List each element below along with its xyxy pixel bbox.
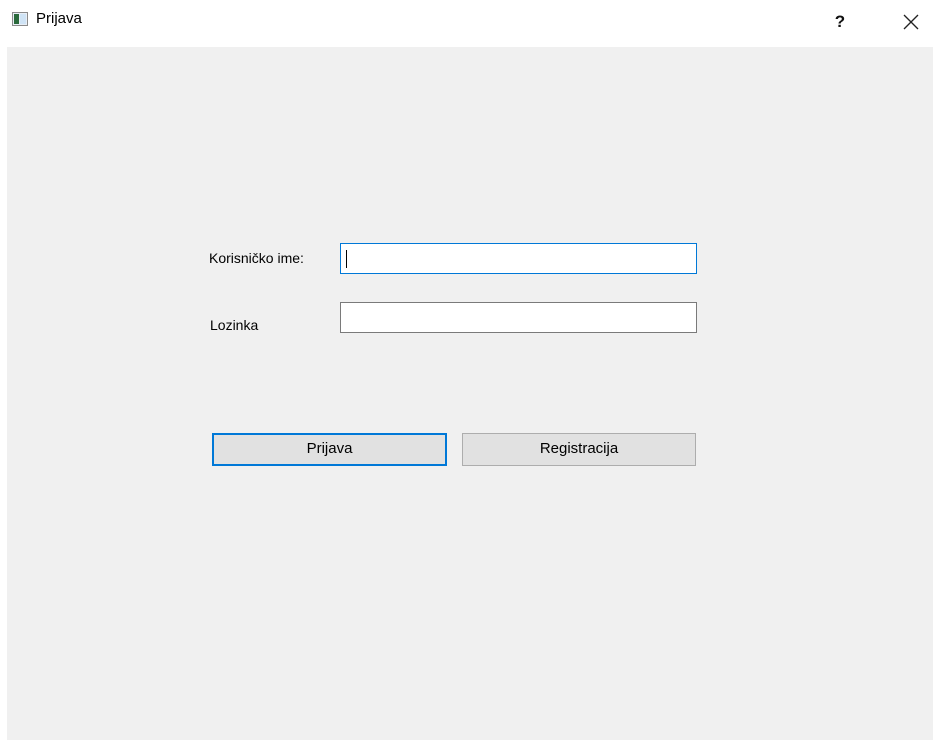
username-input[interactable] bbox=[340, 243, 697, 274]
text-caret bbox=[346, 250, 347, 268]
window-app-icon bbox=[12, 12, 28, 26]
login-window: Prijava ? Korisničko ime: Lozinka Prijav… bbox=[0, 0, 933, 740]
title-bar[interactable]: Prijava ? bbox=[0, 0, 933, 44]
close-button[interactable] bbox=[890, 0, 930, 44]
dialog-client-area: Korisničko ime: Lozinka Prijava Registra… bbox=[7, 47, 933, 740]
help-button[interactable]: ? bbox=[822, 0, 858, 44]
close-icon bbox=[903, 14, 919, 30]
login-button[interactable]: Prijava bbox=[212, 433, 447, 466]
register-button[interactable]: Registracija bbox=[462, 433, 696, 466]
window-title: Prijava bbox=[36, 10, 82, 27]
password-label: Lozinka bbox=[210, 317, 259, 333]
username-label: Korisničko ime: bbox=[209, 250, 304, 266]
password-input[interactable] bbox=[340, 302, 697, 333]
